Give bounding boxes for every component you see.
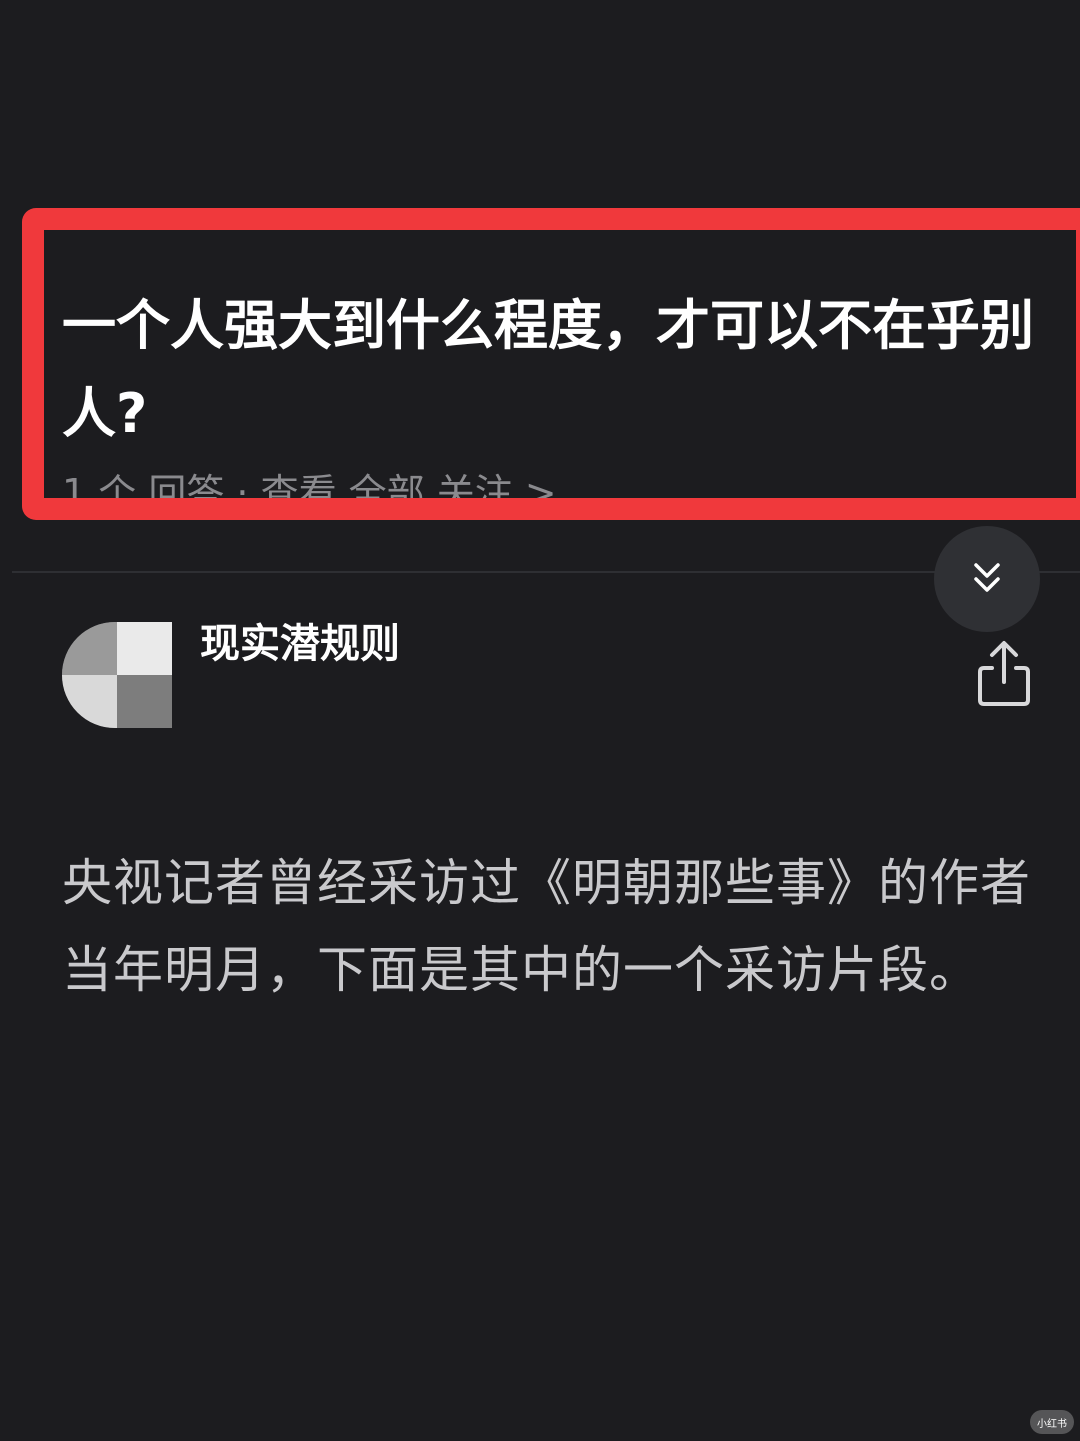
answer-text: 央视记者曾经采访过《明朝那些事》的作者当年明月，下面是其中的一个采访片段。 <box>62 854 1031 999</box>
chevrons-down-icon <box>974 563 1000 592</box>
question-title: 一个人强大到什么程度，才可以不在乎别人? <box>62 294 1034 445</box>
avatar[interactable] <box>62 622 172 728</box>
author-name[interactable]: 现实潜规则 <box>200 616 400 672</box>
divider <box>12 571 1080 573</box>
question-meta[interactable]: 1 个 回答 · 查看 全部 关注 > <box>62 462 557 512</box>
share-icon <box>978 641 1030 706</box>
share-button[interactable] <box>972 638 1036 708</box>
watermark-logo: 小红书 <box>1030 1410 1074 1434</box>
collapse-button[interactable] <box>934 526 1040 632</box>
